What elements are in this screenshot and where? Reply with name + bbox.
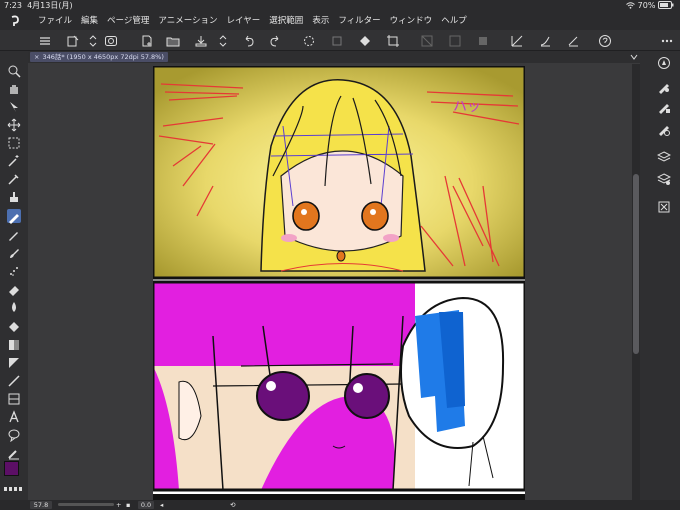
sfx-text: ハッ [453, 99, 481, 115]
rotation-angle[interactable]: 0.0 [138, 501, 154, 509]
brush-pot-icon[interactable] [7, 189, 21, 203]
pencil-tool-icon[interactable] [7, 227, 21, 241]
deselect-icon[interactable] [420, 33, 434, 47]
view-mode-icon[interactable] [104, 33, 118, 47]
hand-tool-icon[interactable] [7, 81, 21, 95]
status-time-date: 7:23 4月13日(月) [4, 0, 73, 12]
tab-dropdown-icon[interactable] [630, 53, 638, 61]
tool-palette [0, 51, 28, 510]
operation-tool-icon[interactable] [7, 99, 21, 113]
document-tab[interactable]: × 346話* (1950 x 4650px 72dpi 57.8%) [30, 52, 168, 62]
menu-edit[interactable]: 編集 [81, 12, 98, 30]
clear-icon[interactable] [330, 33, 344, 47]
menu-view[interactable]: 表示 [312, 12, 329, 30]
document-tab-bar: × 346話* (1950 x 4650px 72dpi 57.8%) [28, 51, 640, 63]
layer-property-icon[interactable] [656, 171, 672, 185]
help-icon[interactable] [598, 33, 612, 47]
reset-rotation-icon[interactable]: ⟲ [230, 500, 235, 510]
close-tab-icon[interactable]: × [34, 53, 39, 61]
magic-wand-icon[interactable] [7, 153, 21, 167]
manga-page[interactable]: ハッ [151, 64, 527, 500]
menu-layer[interactable]: レイヤー [227, 12, 261, 30]
airbrush-tool-icon[interactable] [7, 263, 21, 277]
brush-settings-icon[interactable] [538, 33, 552, 47]
tool-property-icon[interactable] [657, 99, 671, 114]
palette-bar [640, 51, 680, 510]
status-bar: 7:23 4月13日(月) 70% [0, 0, 680, 12]
blend-tool-icon[interactable] [7, 299, 21, 313]
battery-icon [658, 1, 674, 9]
menu-filter[interactable]: フィルター [338, 12, 380, 30]
menu-items: ファイル 編集 ページ管理 アニメーション レイヤー 選択範囲 表示 フィルター… [38, 12, 467, 30]
document-tab-label: 346話* (1950 x 4650px 72dpi 57.8%) [42, 53, 164, 61]
menu-animation[interactable]: アニメーション [158, 12, 217, 30]
status-time: 7:23 [4, 1, 22, 10]
redo-icon[interactable] [268, 33, 282, 47]
selection-fill-icon[interactable] [476, 33, 490, 47]
invert-selection-icon[interactable] [448, 33, 462, 47]
open-folder-icon[interactable] [166, 33, 180, 47]
manga-artwork: ハッ [151, 64, 527, 500]
new-page-icon[interactable] [140, 33, 154, 47]
pen-tool-icon[interactable] [7, 209, 21, 224]
material-icon[interactable] [657, 199, 671, 213]
crop-icon[interactable] [386, 33, 400, 47]
selection-tool-icon[interactable] [7, 135, 21, 149]
eyedropper-icon[interactable] [7, 171, 21, 185]
fill-icon[interactable] [358, 33, 372, 47]
gradient-tool-icon[interactable] [7, 337, 21, 351]
transparent-color-toggle[interactable] [4, 487, 24, 491]
scrollbar-thumb[interactable] [633, 174, 639, 354]
sub-tool-icon[interactable] [657, 79, 671, 94]
zoom-tool-icon[interactable] [7, 63, 21, 78]
stepper-icon[interactable] [86, 33, 97, 47]
status-date: 4月13日(月) [27, 1, 73, 10]
command-bar [0, 30, 680, 51]
save-icon[interactable] [194, 33, 208, 47]
save-stepper-icon[interactable] [216, 33, 227, 47]
menu-bar: ファイル 編集 ページ管理 アニメーション レイヤー 選択範囲 表示 フィルター… [0, 12, 680, 30]
menu-selection[interactable]: 選択範囲 [269, 12, 303, 30]
menu-page[interactable]: ページ管理 [107, 12, 149, 30]
brush-size-icon[interactable] [657, 121, 671, 136]
text-tool-icon[interactable] [7, 409, 21, 423]
bottom-bar: 57.8 + ▪ 0.0 ◂ ⟲ [0, 500, 680, 510]
more-icon[interactable] [660, 33, 674, 47]
navigator-icon[interactable] [657, 55, 671, 69]
undo-icon[interactable] [242, 33, 256, 47]
layer-icon[interactable] [656, 149, 672, 163]
wifi-icon [626, 2, 635, 9]
main-color-swatch[interactable] [4, 461, 19, 476]
pen-settings-icon[interactable] [566, 33, 580, 47]
menu-help[interactable]: ヘルプ [441, 12, 467, 30]
line-tool-icon[interactable] [7, 373, 21, 387]
menu-window[interactable]: ウィンドウ [390, 12, 433, 30]
menu-file[interactable]: ファイル [38, 12, 72, 30]
new-file-icon[interactable] [66, 33, 80, 47]
battery-percent: 70% [637, 1, 656, 10]
app-logo-icon[interactable] [8, 14, 22, 28]
zoom-level[interactable]: 57.8 [30, 501, 52, 509]
correction-tool-icon[interactable] [7, 445, 21, 460]
ruler-icon[interactable] [510, 33, 524, 47]
hamburger-menu-icon[interactable] [38, 33, 52, 47]
balloon-tool-icon[interactable] [7, 427, 21, 443]
move-tool-icon[interactable] [7, 117, 21, 132]
zoom-slider[interactable] [58, 503, 114, 506]
brush-tool-icon[interactable] [7, 245, 21, 259]
loading-spinner-icon[interactable] [302, 33, 316, 47]
status-right: 70% [626, 0, 674, 12]
zoom-in-icon[interactable]: + [116, 500, 121, 510]
fit-icon[interactable]: ▪ [126, 500, 130, 510]
frame-tool-icon[interactable] [7, 391, 21, 405]
eraser-tool-icon[interactable] [7, 281, 21, 296]
figure-tool-icon[interactable] [7, 355, 21, 369]
fill-tool-icon[interactable] [7, 319, 21, 333]
vertical-scrollbar[interactable] [632, 64, 640, 500]
rotate-slider-icon[interactable]: ◂ [160, 500, 163, 510]
